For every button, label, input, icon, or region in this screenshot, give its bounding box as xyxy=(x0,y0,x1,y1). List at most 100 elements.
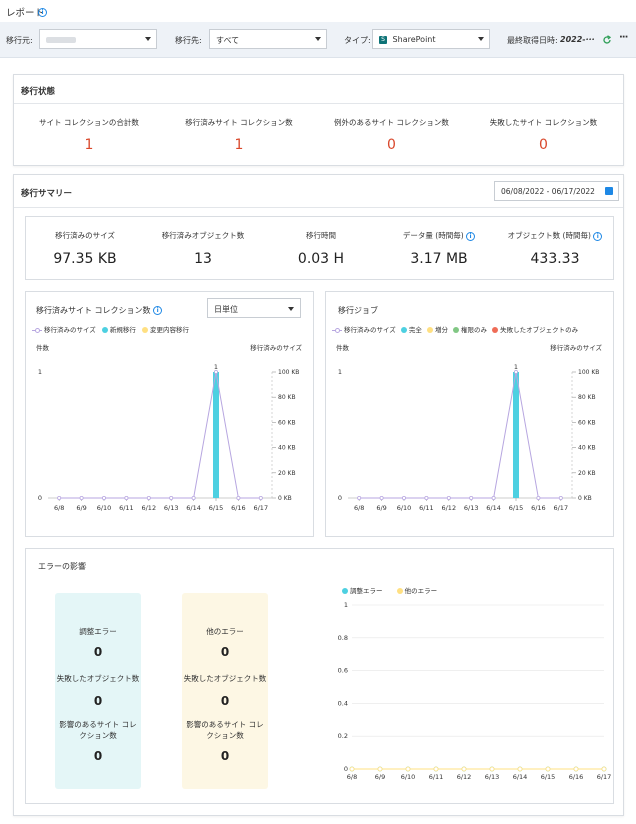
err1-value-2: 0 xyxy=(93,749,103,763)
dest-value: すべて xyxy=(216,36,240,45)
stat-exception-label: 例外のあるサイト コレクション数 xyxy=(334,118,449,127)
info-icon[interactable]: i xyxy=(153,306,163,315)
legend-line-icon xyxy=(32,327,42,333)
err1-value-0: 0 xyxy=(93,645,103,659)
size-series-point xyxy=(536,495,541,500)
size-series-point xyxy=(558,495,563,500)
legend-label: 完全 xyxy=(408,326,422,334)
size-series-line xyxy=(59,371,261,499)
size-series-point xyxy=(57,495,62,500)
x-tick-label: 6/13 xyxy=(164,504,179,512)
chart1-title: 移行済みサイト コレクション数 xyxy=(36,306,151,315)
y-tick-label: 0.4 xyxy=(338,699,348,707)
redacted-value xyxy=(46,36,76,43)
size-series-point xyxy=(469,495,474,500)
legend-dot-icon xyxy=(396,588,403,594)
x-tick-label: 6/10 xyxy=(401,773,416,781)
calendar-icon xyxy=(605,187,613,195)
x-tick-label: 6/9 xyxy=(376,504,386,512)
size-series-line xyxy=(359,371,561,499)
legend-label: 調整エラー xyxy=(350,587,383,595)
dest-label: 移行先: xyxy=(175,36,202,45)
size-series-point xyxy=(491,495,496,500)
last-fetch-label: 最終取得日時: xyxy=(507,36,558,45)
source-dropdown[interactable] xyxy=(39,29,157,49)
y-right-tick-label: 0 KB xyxy=(278,495,292,502)
summary-size-value: 97.35 KB xyxy=(53,251,117,267)
refresh-icon[interactable] xyxy=(602,35,612,45)
migration-summary-title: 移行サマリー xyxy=(21,189,73,199)
info-icon[interactable]: i xyxy=(593,231,603,241)
x-tick-label: 6/17 xyxy=(597,773,612,781)
x-tick-label: 6/12 xyxy=(141,504,156,512)
granularity-dropdown[interactable]: 日単位 xyxy=(207,298,301,318)
info-icon[interactable]: i xyxy=(38,8,47,17)
err2-label-2: 影響のあるサイト コレクション数 xyxy=(186,720,264,740)
summary-objects-label: 移行済みオブジェクト数 xyxy=(161,231,245,240)
size-series-point xyxy=(124,495,129,500)
top-bar: レポート i xyxy=(0,0,636,22)
site-collection-chart-panel: 移行済みサイト コレクション数 i 日単位 移行済みのサイズ 新規移行 変更内容… xyxy=(25,291,314,537)
size-series-point xyxy=(169,495,174,500)
type-value: SharePoint xyxy=(392,35,436,44)
x-tick-label: 6/8 xyxy=(347,773,357,781)
bar xyxy=(213,372,219,498)
chevron-down-icon xyxy=(145,37,151,41)
legend-label: 権限のみ xyxy=(461,326,488,334)
summary-object-rate-label: オブジェクト数 (時間毎) xyxy=(507,231,591,240)
y-right-tick-label: 80 KB xyxy=(578,394,596,401)
y-right-tick-label: 40 KB xyxy=(578,445,596,452)
x-tick-label: 6/13 xyxy=(464,504,479,512)
chart2-svg: 件数 移行済みのサイズ 0 1 0 KB 20 KB 40 KB 60 KB 80 KB 100 … xyxy=(336,343,602,512)
legend-dot-icon xyxy=(492,327,499,333)
chart1-legend: 移行済みのサイズ 新規移行 変更内容移行 xyxy=(32,324,189,334)
error-series-point xyxy=(377,766,383,772)
stat-failed-label: 失敗したサイト コレクション数 xyxy=(489,118,598,127)
summary-objects-value: 13 xyxy=(194,251,212,267)
info-icon[interactable]: i xyxy=(466,231,476,241)
type-dropdown[interactable]: S SharePoint xyxy=(372,29,490,49)
x-tick-label: 6/14 xyxy=(486,504,501,512)
y-right-tick-label: 80 KB xyxy=(278,394,296,401)
error-series-point xyxy=(433,766,439,772)
y-right-tick-label: 20 KB xyxy=(578,470,596,477)
y-left-tick-label: 0 xyxy=(338,494,342,502)
legend-dot-icon xyxy=(453,327,460,333)
legend-dot-icon xyxy=(141,327,148,333)
y-left-tick-label: 0 xyxy=(38,494,42,502)
x-tick-label: 6/15 xyxy=(541,773,556,781)
adjustment-error-box: 調整エラー 0 失敗したオブジェクト数 0 影響のあるサイト コレクション数 0 xyxy=(55,593,141,789)
sharepoint-icon: S xyxy=(379,35,387,44)
size-series-point xyxy=(258,495,263,500)
chart3-legend: 調整エラー 他のエラー xyxy=(342,585,437,595)
granularity-value: 日単位 xyxy=(214,305,238,314)
x-tick-label: 6/8 xyxy=(54,504,64,512)
more-icon[interactable]: ··· xyxy=(619,32,628,43)
size-series-point xyxy=(79,495,84,500)
legend-label: 失敗したオブジェクトのみ xyxy=(500,326,579,334)
last-fetch-value: 2022-··· xyxy=(560,35,595,44)
size-series-point xyxy=(513,370,518,375)
size-series-point xyxy=(379,495,384,500)
legend-label: 他のエラー xyxy=(404,587,438,595)
x-tick-label: 6/17 xyxy=(553,504,568,512)
x-tick-label: 6/12 xyxy=(457,773,472,781)
chart2-legend: 移行済みのサイズ 完全 増分 権限のみ 失敗したオブジェクトのみ xyxy=(332,324,578,334)
legend-label: 増分 xyxy=(434,326,448,334)
y-tick-label: 1 xyxy=(344,601,348,609)
error-series-point xyxy=(489,766,495,772)
size-series-point xyxy=(146,495,151,500)
other-error-box: 他のエラー 0 失敗したオブジェクト数 0 影響のあるサイト コレクション数 0 xyxy=(182,593,268,789)
legend-label: 変更内容移行 xyxy=(149,326,189,334)
legend-dot-icon xyxy=(426,327,433,333)
bar-data-label: 1 xyxy=(214,363,218,371)
y-left-axis-label: 件数 xyxy=(36,343,50,352)
date-range-picker[interactable]: 06/08/2022 - 06/17/2022 xyxy=(494,181,619,201)
y-right-tick-label: 40 KB xyxy=(278,445,296,452)
err1-label-1: 失敗したオブジェクト数 xyxy=(56,674,140,683)
dest-dropdown[interactable]: すべて xyxy=(209,29,327,49)
size-series-point xyxy=(213,370,218,375)
filter-bar: 移行元: 移行先: すべて タイプ: S SharePoint 最終取得日時: … xyxy=(0,22,636,58)
y-tick-label: 0.6 xyxy=(338,667,348,675)
legend-line-icon xyxy=(332,327,342,333)
